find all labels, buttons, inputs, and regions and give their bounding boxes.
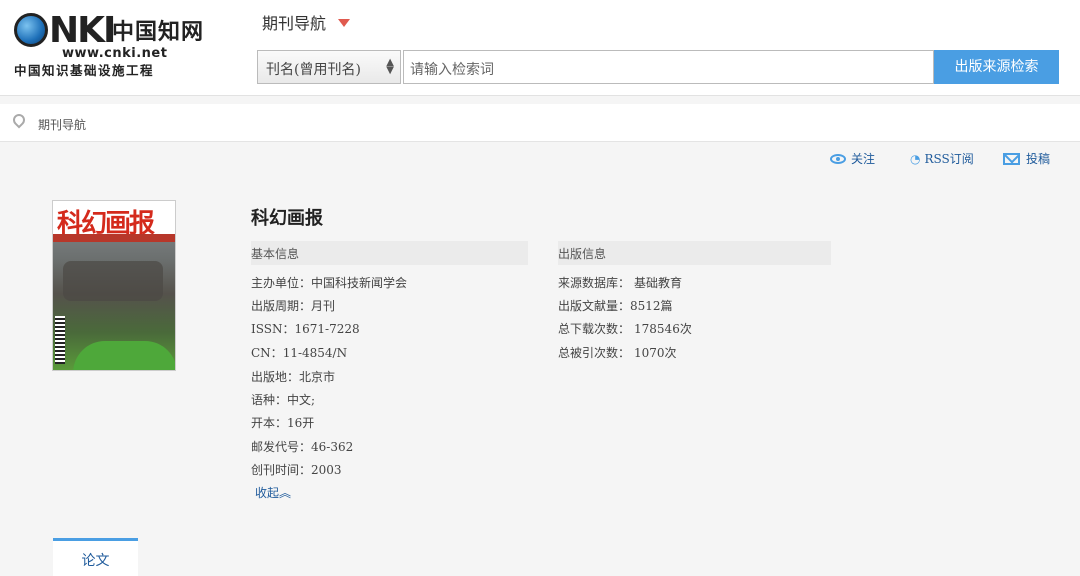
mail-icon bbox=[1003, 153, 1020, 165]
nav-title-dropdown[interactable]: 期刊导航 bbox=[262, 10, 351, 34]
rss-icon: ◔ bbox=[910, 152, 921, 166]
basic-info-header: 基本信息 bbox=[251, 241, 528, 265]
logo-url: www.cnki.net bbox=[62, 46, 168, 61]
logo-slogan: 中国知识基础设施工程 bbox=[14, 63, 155, 78]
follow-label: 关注 bbox=[851, 152, 876, 166]
publish-info-row: 来源数据库： 基础教育 bbox=[558, 276, 683, 290]
publish-info-row: 总下载次数： 178546次 bbox=[558, 322, 692, 336]
basic-info-row: 开本：16开 bbox=[251, 416, 315, 430]
barcode-graphic bbox=[55, 316, 65, 364]
journal-title: 科幻画报 bbox=[251, 208, 323, 229]
logo-mark: NKI bbox=[14, 10, 116, 51]
breadcrumb-item[interactable]: 期刊导航 bbox=[38, 116, 86, 133]
updown-arrow-icon: ▲ ▼ bbox=[386, 57, 394, 76]
rss-label: RSS订阅 bbox=[924, 152, 974, 166]
rss-subscribe-button[interactable]: ◔ RSS订阅 bbox=[910, 150, 974, 167]
search-field-label: 刊名(曾用刊名) bbox=[266, 62, 361, 78]
caret-down-icon bbox=[338, 19, 351, 27]
search-field-select[interactable]: 刊名(曾用刊名) ▲ ▼ bbox=[257, 50, 401, 84]
submit-manuscript-button[interactable]: 投稿 bbox=[1003, 150, 1050, 167]
basic-info-row: 邮发代号：46-362 bbox=[251, 440, 354, 454]
follow-button[interactable]: 关注 bbox=[830, 150, 875, 167]
basic-info-row: 出版周期：月刊 bbox=[251, 299, 336, 313]
tab-papers[interactable]: 论文 bbox=[53, 538, 138, 576]
basic-info-row: ISSN：1671-7228 bbox=[251, 322, 360, 336]
basic-info-row: CN：11-4854/N bbox=[251, 346, 348, 360]
cnki-logo[interactable]: NKI 中国知网 www.cnki.net 中国知识基础设施工程 bbox=[12, 8, 208, 78]
search-button[interactable]: 出版来源检索 bbox=[934, 50, 1059, 84]
site-header: NKI 中国知网 www.cnki.net 中国知识基础设施工程 期刊导航 刊名… bbox=[0, 0, 1080, 96]
eye-icon bbox=[830, 154, 846, 164]
publish-info-header: 出版信息 bbox=[558, 241, 831, 265]
basic-info-row: 创刊时间：2003 bbox=[251, 463, 342, 477]
publish-info-row: 总被引次数： 1070次 bbox=[558, 346, 677, 360]
globe-icon bbox=[14, 13, 48, 47]
nav-title-label: 期刊导航 bbox=[262, 14, 327, 33]
breadcrumb: 期刊导航 bbox=[0, 104, 1080, 142]
publish-info-row: 出版文献量：8512篇 bbox=[558, 299, 673, 313]
basic-info-row: 出版地：北京市 bbox=[251, 370, 336, 384]
search-input[interactable]: 请输入检索词 bbox=[403, 50, 934, 84]
collapse-link[interactable]: 收起︽ bbox=[255, 484, 291, 501]
location-pin-icon bbox=[10, 111, 28, 129]
basic-info-row: 语种：中文; bbox=[251, 393, 316, 407]
journal-cover-image[interactable]: 科幻画报 bbox=[52, 200, 176, 371]
logo-cn-name: 中国知网 bbox=[112, 19, 205, 45]
basic-info-row: 主办单位：中国科技新闻学会 bbox=[251, 276, 408, 290]
submit-label: 投稿 bbox=[1026, 152, 1051, 166]
